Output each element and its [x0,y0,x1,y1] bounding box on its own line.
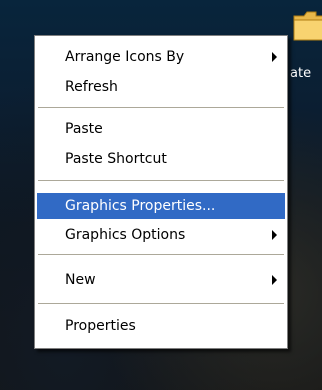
menu-item-label: Graphics Properties... [65,198,216,214]
menu-separator [38,107,284,108]
menu-item-label: Refresh [65,79,118,95]
menu-item-properties[interactable]: Properties [37,313,285,339]
menu-item-label: New [65,272,96,288]
folder-graphic [293,11,322,41]
menu-separator [38,254,284,255]
menu-item-label: Properties [65,318,136,334]
menu-item-refresh[interactable]: Refresh [37,74,285,100]
menu-item-paste-shortcut[interactable]: Paste Shortcut [37,146,285,172]
menu-item-label: Arrange Icons By [65,49,185,65]
menu-item-arrange-icons-by[interactable]: Arrange Icons By [37,44,285,70]
menu-item-new[interactable]: New [37,267,285,293]
menu-separator [38,303,284,304]
desktop-icon-label: ate [290,66,312,81]
context-menu: Arrange Icons By Refresh Paste Paste Sho… [34,35,288,349]
folder-icon[interactable] [292,8,322,44]
menu-item-label: Graphics Options [65,227,186,243]
submenu-arrow-icon [272,275,277,285]
menu-item-graphics-properties[interactable]: Graphics Properties... [37,193,285,219]
menu-item-graphics-options[interactable]: Graphics Options [37,222,285,248]
menu-separator [38,180,284,181]
submenu-arrow-icon [272,52,277,62]
menu-item-label: Paste Shortcut [65,151,167,167]
menu-item-label: Paste [65,121,103,137]
submenu-arrow-icon [272,230,277,240]
menu-item-paste[interactable]: Paste [37,116,285,142]
